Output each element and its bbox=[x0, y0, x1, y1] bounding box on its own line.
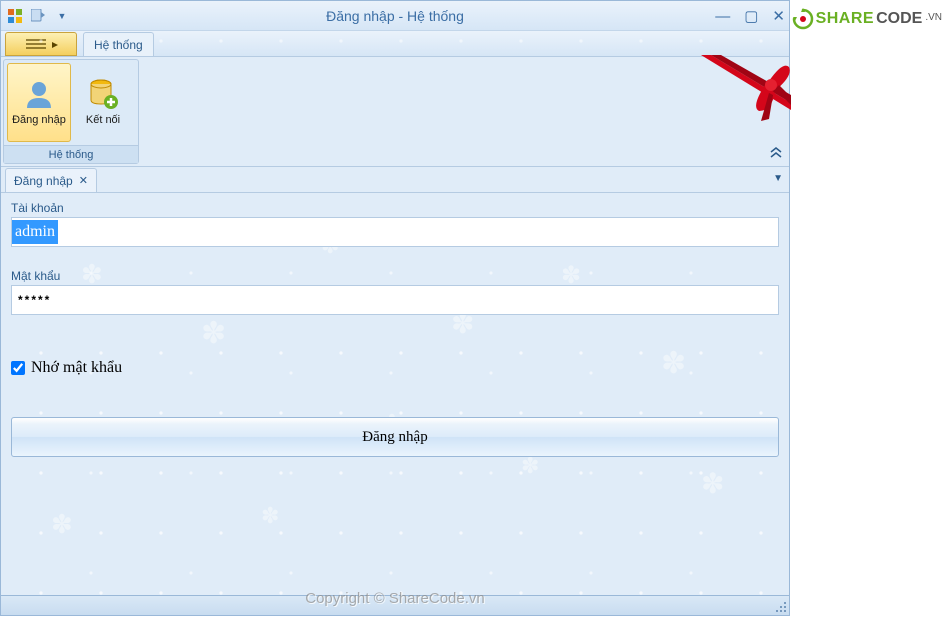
ribbon-group-system: Đăng nhập Kết nối Hệ thống bbox=[3, 59, 139, 164]
sharecode-logo-icon bbox=[792, 8, 814, 30]
ribbon-collapse-icon[interactable] bbox=[769, 147, 783, 162]
minimize-button[interactable]: — bbox=[715, 8, 730, 25]
ribbon-tab-strip: Hệ thống bbox=[1, 31, 789, 57]
ribbon-btn-login-label: Đăng nhập bbox=[12, 114, 66, 126]
file-tab-icon bbox=[24, 37, 58, 51]
login-button[interactable]: Đăng nhập bbox=[11, 417, 779, 457]
document-tab-strip: Đăng nhập ✕ ▼ bbox=[1, 167, 789, 193]
logo-code-text: CODE bbox=[876, 10, 922, 28]
svg-text:✽: ✽ bbox=[51, 509, 73, 539]
username-value: admin bbox=[12, 220, 58, 244]
remember-password-row[interactable]: Nhớ mật khẩu bbox=[11, 359, 779, 377]
username-label: Tài khoản bbox=[11, 201, 779, 215]
logo-share-text: SHARE bbox=[816, 10, 875, 28]
decorative-bow-icon bbox=[671, 55, 791, 145]
statusbar bbox=[1, 595, 789, 615]
quick-access-toolbar: ▼ bbox=[27, 6, 73, 26]
remember-password-label: Nhớ mật khẩu bbox=[31, 359, 122, 377]
doc-tab-close-icon[interactable]: ✕ bbox=[79, 174, 88, 187]
ribbon-body: Đăng nhập Kết nối Hệ thống bbox=[1, 57, 789, 167]
user-icon bbox=[23, 78, 55, 110]
ribbon-group-label: Hệ thống bbox=[4, 145, 138, 163]
size-grip-icon[interactable] bbox=[773, 599, 787, 613]
app-window: ▼ Đăng nhập - Hệ thống — ▢ ✕ Hệ thống bbox=[0, 0, 790, 616]
remember-password-checkbox[interactable] bbox=[11, 361, 25, 375]
window-controls: — ▢ ✕ bbox=[715, 1, 785, 31]
ribbon-btn-login[interactable]: Đăng nhập bbox=[7, 63, 71, 142]
database-plus-icon bbox=[87, 78, 119, 110]
username-input[interactable]: admin bbox=[11, 217, 779, 247]
login-form: ✽ ✽ ✽ ✽ ✽ ✽ ✽ ✽ ✽ ✽ ✽ ✽ Tài khoản admin … bbox=[1, 193, 789, 595]
tab-system[interactable]: Hệ thống bbox=[83, 32, 154, 56]
close-button[interactable]: ✕ bbox=[772, 7, 785, 25]
maximize-button[interactable]: ▢ bbox=[744, 7, 758, 25]
snow-background-content: ✽ ✽ ✽ ✽ ✽ ✽ ✽ ✽ ✽ ✽ ✽ ✽ bbox=[1, 193, 789, 595]
qat-caret-icon[interactable]: ▼ bbox=[51, 6, 73, 26]
file-tab[interactable] bbox=[5, 32, 77, 56]
ribbon-btn-connect[interactable]: Kết nối bbox=[71, 63, 135, 142]
doc-tab-label: Đăng nhập bbox=[14, 174, 73, 188]
svg-text:✽: ✽ bbox=[701, 468, 724, 499]
titlebar: ▼ Đăng nhập - Hệ thống — ▢ ✕ bbox=[1, 1, 789, 31]
ribbon-btn-connect-label: Kết nối bbox=[86, 114, 120, 126]
qat-dropdown-icon[interactable] bbox=[27, 6, 49, 26]
doc-tab-login[interactable]: Đăng nhập ✕ bbox=[5, 168, 97, 192]
app-icon bbox=[7, 8, 23, 24]
password-input[interactable] bbox=[11, 285, 779, 315]
password-label: Mật khẩu bbox=[11, 269, 779, 283]
logo-vn-text: .VN bbox=[925, 12, 942, 23]
window-title: Đăng nhập - Hệ thống bbox=[1, 8, 789, 24]
svg-text:✽: ✽ bbox=[261, 503, 279, 528]
sharecode-logo: SHARECODE.VN bbox=[792, 8, 942, 30]
doc-tab-menu-icon[interactable]: ▼ bbox=[773, 173, 783, 184]
